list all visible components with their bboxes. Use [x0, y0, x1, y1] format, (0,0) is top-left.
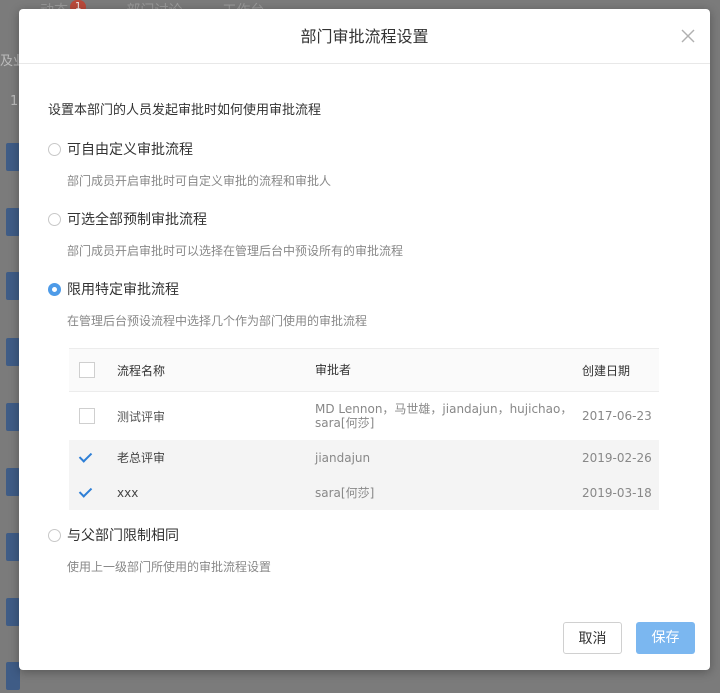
option-description: 在管理后台预设流程中选择几个作为部门使用的审批流程 — [67, 314, 368, 328]
option-label: 可选全部预制审批流程 — [67, 212, 207, 228]
background-list-icon — [6, 598, 20, 626]
table-row[interactable]: xxx sara[何莎] 2019-03-18 — [69, 475, 659, 510]
save-button[interactable]: 保存 — [636, 622, 695, 654]
table-row[interactable]: 测试评审 MD Lennon，马世雄，jiandajun，hujichao，sa… — [69, 391, 659, 440]
header-flow-name: 流程名称 — [116, 348, 314, 392]
option-label: 限用特定审批流程 — [67, 282, 179, 298]
option-specific-flows-radio-row[interactable]: 限用特定审批流程 — [48, 279, 367, 299]
checkmark-icon — [78, 448, 93, 463]
background-list-icon — [6, 143, 20, 171]
dialog-title: 部门审批流程设置 — [300, 27, 429, 46]
cancel-button[interactable]: 取消 — [563, 622, 622, 654]
option-label: 与父部门限制相同 — [67, 528, 179, 544]
option-same-as-parent: 与父部门限制相同 使用上一级部门所使用的审批流程设置 — [48, 525, 271, 575]
radio-all-preset[interactable] — [48, 212, 61, 226]
option-free-define-radio-row[interactable]: 可自由定义审批流程 — [48, 139, 331, 159]
option-description: 部门成员开启审批时可自定义审批的流程和审批人 — [67, 174, 332, 188]
row-checkbox[interactable] — [78, 448, 95, 466]
flow-name-cell: 测试评审 — [116, 391, 314, 440]
date-cell: 2017-06-23 — [582, 391, 659, 440]
date-cell: 2019-02-26 — [582, 440, 659, 475]
approver-cell: jiandajun — [314, 440, 582, 475]
header-created-date: 创建日期 — [582, 348, 659, 392]
header-approver: 审批者 — [314, 348, 582, 392]
close-icon — [681, 29, 695, 43]
row-check-cell — [69, 440, 116, 475]
background-list-icon — [6, 272, 20, 300]
radio-specific-flows[interactable] — [48, 282, 61, 296]
select-all-checkbox[interactable] — [79, 362, 95, 378]
background-list-icon — [6, 468, 20, 496]
table-header-row: 流程名称 审批者 创建日期 — [69, 348, 659, 392]
option-free-define: 可自由定义审批流程 部门成员开启审批时可自定义审批的流程和审批人 — [48, 139, 331, 189]
background-left-number: 1 — [10, 94, 19, 109]
option-label: 可自由定义审批流程 — [67, 142, 193, 158]
date-cell: 2019-03-18 — [582, 475, 659, 510]
option-description: 使用上一级部门所使用的审批流程设置 — [67, 560, 272, 574]
option-description: 部门成员开启审批时可以选择在管理后台中预设所有的审批流程 — [67, 244, 404, 258]
row-check-cell — [69, 391, 116, 440]
dialog-header: 部门审批流程设置 — [19, 9, 710, 64]
approval-settings-dialog: 部门审批流程设置 设置本部门的人员发起审批时如何使用审批流程 可自由定义审批流程… — [19, 9, 710, 670]
option-same-as-parent-radio-row[interactable]: 与父部门限制相同 — [48, 525, 271, 545]
header-select-all-cell — [69, 348, 116, 392]
flow-name-cell: xxx — [116, 475, 314, 510]
flow-name-cell: 老总评审 — [116, 440, 314, 475]
close-button[interactable] — [678, 26, 698, 46]
option-specific-flows: 限用特定审批流程 在管理后台预设流程中选择几个作为部门使用的审批流程 — [48, 279, 367, 329]
table-row[interactable]: 老总评审 jiandajun 2019-02-26 — [69, 440, 659, 475]
background-list-icon — [6, 662, 20, 690]
background-list-icon — [6, 533, 20, 561]
radio-free-define[interactable] — [48, 142, 61, 156]
approver-cell: MD Lennon，马世雄，jiandajun，hujichao，sara[何莎… — [314, 391, 582, 440]
checkmark-icon — [78, 483, 93, 498]
option-all-preset-radio-row[interactable]: 可选全部预制审批流程 — [48, 209, 403, 229]
approver-cell: sara[何莎] — [314, 475, 582, 510]
background-list-icon — [6, 338, 20, 366]
option-all-preset: 可选全部预制审批流程 部门成员开启审批时可以选择在管理后台中预设所有的审批流程 — [48, 209, 403, 259]
row-checkbox[interactable] — [78, 483, 95, 501]
radio-same-as-parent[interactable] — [48, 528, 61, 542]
background-list-icon — [6, 403, 20, 431]
row-check-cell — [69, 475, 116, 510]
dialog-intro-text: 设置本部门的人员发起审批时如何使用审批流程 — [48, 103, 322, 118]
flow-table: 流程名称 审批者 创建日期 测试评审 MD Lennon，马世雄，jiandaj… — [69, 348, 659, 510]
background-list-icon — [6, 208, 20, 236]
row-checkbox[interactable] — [79, 408, 95, 424]
